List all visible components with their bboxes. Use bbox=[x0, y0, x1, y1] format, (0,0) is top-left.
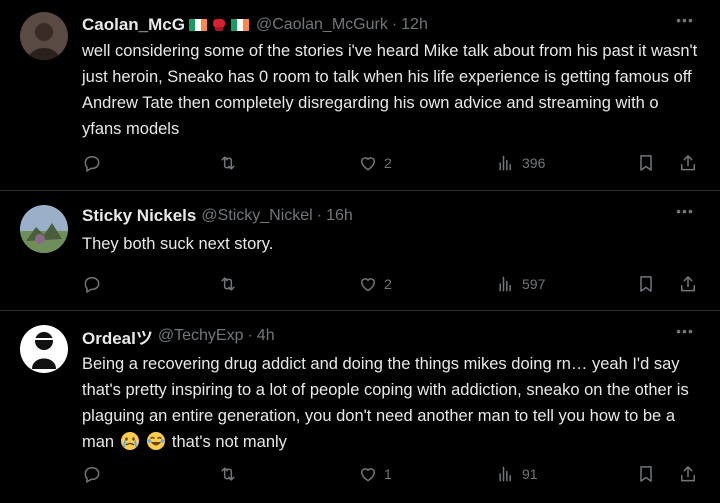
avatar[interactable] bbox=[20, 205, 68, 253]
tweet[interactable]: Ordealツ @TechyExp · 4h ••• Being a recov… bbox=[0, 311, 720, 503]
retweet-button[interactable] bbox=[218, 150, 244, 176]
reply-button[interactable] bbox=[82, 271, 108, 297]
boxing-glove-icon bbox=[212, 19, 225, 31]
share-button[interactable] bbox=[678, 461, 698, 487]
retweet-icon bbox=[221, 277, 235, 291]
tweet-text: well considering some of the stories i'v… bbox=[82, 42, 698, 138]
like-icon bbox=[361, 468, 375, 482]
more-icon[interactable]: ••• bbox=[672, 321, 698, 341]
views-icon bbox=[499, 276, 511, 292]
like-button[interactable]: 1 bbox=[358, 461, 392, 487]
like-count: 2 bbox=[384, 276, 392, 292]
author-name[interactable]: Caolan_McG bbox=[82, 15, 185, 35]
tweet-actions: 2 597 bbox=[82, 271, 708, 297]
laughing-emoji-icon bbox=[147, 432, 166, 450]
bookmark-button[interactable] bbox=[636, 150, 656, 176]
tweet-actions: 1 91 bbox=[82, 461, 708, 487]
share-button[interactable] bbox=[678, 150, 698, 176]
like-button[interactable]: 2 bbox=[358, 271, 392, 297]
tweet-header: Caolan_McG @Caolan_McGurk · 12h bbox=[82, 14, 428, 36]
tweet-header: Ordealツ @TechyExp · 4h bbox=[82, 324, 275, 349]
bookmark-icon bbox=[640, 155, 652, 171]
timestamp[interactable]: 16h bbox=[326, 207, 353, 225]
timestamp[interactable]: 4h bbox=[257, 327, 275, 345]
ireland-flag-icon bbox=[230, 19, 249, 31]
view-count: 91 bbox=[522, 466, 538, 482]
reply-button[interactable] bbox=[82, 461, 108, 487]
bookmark-button[interactable] bbox=[636, 271, 656, 297]
retweet-icon bbox=[221, 467, 235, 481]
like-button[interactable]: 2 bbox=[358, 150, 392, 176]
like-icon bbox=[361, 157, 375, 171]
like-count: 1 bbox=[384, 466, 392, 482]
author-handle[interactable]: @Sticky_Nickel bbox=[201, 207, 312, 225]
separator-dot: · bbox=[247, 327, 253, 344]
views-button[interactable]: 597 bbox=[496, 271, 545, 297]
avatar[interactable] bbox=[20, 325, 68, 373]
author-handle[interactable]: @TechyExp bbox=[158, 327, 244, 345]
views-button[interactable]: 91 bbox=[496, 461, 538, 487]
name-emojis bbox=[187, 18, 251, 32]
tweet-text: Being a recovering drug addict and doing… bbox=[82, 351, 702, 455]
tweet-feed: Caolan_McG @Caolan_McGurk · 12h ••• well… bbox=[0, 0, 720, 503]
tweet[interactable]: Caolan_McG @Caolan_McGurk · 12h ••• well… bbox=[0, 0, 720, 190]
more-icon[interactable]: ••• bbox=[672, 201, 698, 221]
like-icon bbox=[361, 278, 375, 292]
tweet[interactable]: Sticky Nickels @Sticky_Nickel · 16h ••• … bbox=[0, 191, 720, 310]
views-button[interactable]: 396 bbox=[496, 150, 545, 176]
share-button[interactable] bbox=[678, 271, 698, 297]
timestamp[interactable]: 12h bbox=[401, 16, 428, 34]
separator-dot: · bbox=[391, 16, 398, 33]
tweet-text-tail: that's not manly bbox=[171, 433, 287, 451]
tweet-header: Sticky Nickels @Sticky_Nickel · 16h bbox=[82, 205, 353, 227]
reply-icon bbox=[84, 276, 100, 294]
avatar[interactable] bbox=[20, 12, 68, 60]
views-icon bbox=[499, 466, 511, 482]
reply-icon bbox=[84, 466, 100, 484]
share-icon bbox=[681, 276, 695, 292]
tweet-actions: 2 396 bbox=[82, 150, 708, 176]
bookmark-button[interactable] bbox=[636, 461, 656, 487]
more-icon[interactable]: ••• bbox=[672, 10, 698, 30]
share-icon bbox=[681, 466, 695, 482]
bookmark-icon bbox=[640, 466, 652, 482]
separator-dot: · bbox=[316, 207, 323, 224]
bookmark-icon bbox=[640, 276, 652, 292]
like-count: 2 bbox=[384, 155, 392, 171]
retweet-button[interactable] bbox=[218, 271, 244, 297]
author-handle[interactable]: @Caolan_McGurk bbox=[256, 16, 388, 34]
crying-emoji-icon bbox=[120, 432, 139, 450]
view-count: 597 bbox=[522, 276, 546, 292]
retweet-button[interactable] bbox=[218, 461, 244, 487]
author-name[interactable]: Ordealツ bbox=[82, 324, 153, 349]
reply-icon bbox=[84, 155, 100, 173]
ireland-flag-icon bbox=[188, 19, 207, 31]
tweet-text: They both suck next story. bbox=[82, 235, 274, 253]
reply-button[interactable] bbox=[82, 150, 108, 176]
retweet-icon bbox=[221, 156, 235, 170]
author-name[interactable]: Sticky Nickels bbox=[82, 206, 196, 226]
view-count: 396 bbox=[522, 155, 546, 171]
share-icon bbox=[681, 155, 695, 171]
views-icon bbox=[499, 155, 511, 171]
